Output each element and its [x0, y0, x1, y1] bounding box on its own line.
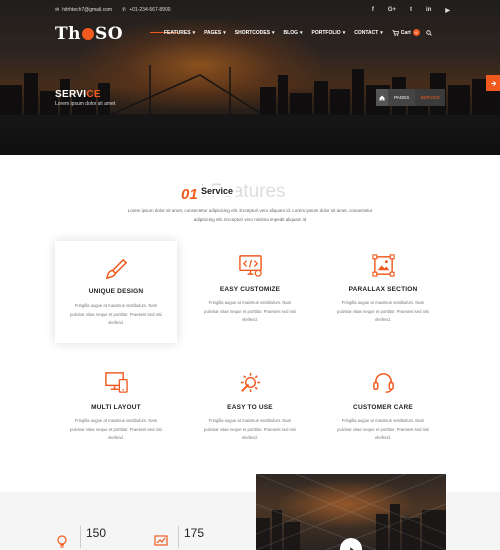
feature-title: EASY TO USE	[227, 404, 273, 411]
feature-card-easy-to-use[interactable]: EASY TO USE Fringilla augue at maximus v…	[189, 358, 311, 460]
side-tab-button[interactable]	[486, 75, 500, 91]
feature-text: Fringilla augue at maximus vestibulum. N…	[70, 303, 162, 325]
twitter-icon[interactable]: t	[410, 7, 412, 14]
nav-item-features[interactable]: FEATURES ▾	[164, 29, 204, 36]
feature-card-easy-customize[interactable]: EASY CUSTOMIZE Fringilla augue at maximu…	[189, 241, 311, 343]
search-button[interactable]	[420, 29, 441, 36]
nav-item-shortcodes[interactable]: SHORTCODES ▾	[235, 29, 284, 36]
phone-icon: ✆	[122, 7, 127, 13]
page-subtitle: Lorem ipsum dolor sit amet	[55, 101, 116, 107]
stat-value: 150	[86, 526, 107, 540]
section-header: t Features 01 Service	[0, 180, 500, 206]
feature-card-multi-layout[interactable]: MULTI LAYOUT Fringilla augue at maximus …	[55, 358, 177, 460]
feature-text: Fringilla augue at maximus vestibulum. N…	[204, 418, 296, 440]
stat-item: 175	[173, 526, 204, 548]
play-icon	[349, 546, 354, 550]
page-title: SERVICE	[55, 89, 101, 100]
cart-icon	[392, 29, 399, 36]
cart-button[interactable]: Cart 0	[392, 29, 420, 36]
feature-text: Fringilla augue at maximus vestibulum. N…	[70, 418, 162, 440]
site-logo[interactable]: Th SO	[55, 24, 123, 44]
youtube-icon[interactable]: ▶	[445, 7, 450, 14]
chevron-down-icon: ▾	[380, 29, 383, 36]
email-contact[interactable]: ✉ hitrhtech7@gmail.com	[55, 7, 112, 13]
social-links: f G+ t in ▶	[372, 7, 450, 14]
tools-icon	[240, 372, 261, 393]
google-plus-icon[interactable]: G+	[388, 7, 396, 14]
section-description: Lorem ipsum dolor sit amet, consectetur …	[127, 208, 373, 222]
nav-item-portfolio[interactable]: PORTFOLIO ▾	[312, 29, 355, 36]
section-title: Service	[198, 186, 237, 196]
feature-card-unique-design[interactable]: UNIQUE DESIGN Fringilla augue at maximus…	[55, 241, 177, 343]
feature-text: Fringilla augue at maximus vestibulum. N…	[204, 300, 296, 322]
chevron-down-icon: ▾	[192, 29, 196, 36]
feature-title: UNIQUE DESIGN	[88, 288, 144, 295]
feature-title: CUSTOMER CARE	[353, 404, 413, 411]
feature-title: MULTI LAYOUT	[91, 404, 141, 411]
phone-contact[interactable]: ✆ +01-234-567-8900	[122, 7, 171, 13]
facebook-icon[interactable]: f	[372, 7, 374, 14]
nav-item-pages[interactable]: PAGES ▾	[204, 29, 235, 36]
video-thumbnail[interactable]	[256, 474, 446, 550]
email-text: hitrhtech7@gmail.com	[62, 7, 113, 13]
paint-brush-icon	[105, 258, 128, 280]
headset-icon	[373, 373, 394, 393]
lightbulb-icon	[57, 535, 67, 548]
chevron-down-icon: ▾	[342, 29, 346, 36]
feature-card-parallax-section[interactable]: PARALLAX SECTION Fringilla augue at maxi…	[322, 241, 444, 343]
chevron-down-icon: ▾	[223, 29, 226, 36]
main-nav: FEATURES ▾ PAGES ▾ SHORTCODES ▾ BLOG ▾ PORTF…	[164, 29, 441, 36]
stat-item: 150	[75, 526, 106, 548]
feature-text: Fringilla augue at maximus vestibulum. N…	[337, 418, 429, 440]
breadcrumb-current: SERVICE	[415, 89, 445, 106]
chevron-down-icon: ▾	[300, 29, 303, 36]
feature-text: Fringilla augue at maximus vestibulum. N…	[337, 300, 429, 322]
phone-text: +01-234-567-8900	[129, 7, 171, 13]
hero-banner: ✉ hitrhtech7@gmail.com ✆ +01-234-567-890…	[0, 0, 500, 155]
feature-title: EASY CUSTOMIZE	[219, 286, 281, 293]
linkedin-icon[interactable]: in	[426, 7, 431, 14]
breadcrumb-home[interactable]	[376, 89, 389, 106]
chevron-down-icon: ▾	[272, 29, 275, 36]
feature-card-customer-care[interactable]: CUSTOMER CARE Fringilla augue at maximus…	[322, 358, 444, 460]
chart-board-icon	[154, 535, 168, 546]
section-number: 01	[181, 186, 198, 203]
home-icon	[379, 95, 385, 100]
stat-value: 175	[184, 526, 205, 540]
cart-count-badge: 0	[412, 29, 420, 36]
nav-item-blog[interactable]: BLOG ▾	[284, 29, 312, 36]
top-bar: ✉ hitrhtech7@gmail.com ✆ +01-234-567-890…	[55, 4, 450, 16]
nav-item-contact[interactable]: CONTACT ▾	[354, 29, 392, 36]
feature-title: PARALLAX SECTION	[348, 286, 418, 293]
breadcrumb-pages[interactable]: PAGES	[388, 89, 416, 106]
envelope-icon: ✉	[55, 7, 60, 13]
code-monitor-icon	[239, 255, 262, 277]
devices-icon	[105, 372, 128, 393]
image-frame-icon	[372, 254, 395, 277]
cart-label: Cart	[400, 29, 411, 36]
arrow-right-icon	[490, 80, 496, 86]
logo-ball-icon	[82, 28, 95, 40]
search-icon	[426, 29, 432, 36]
breadcrumb: PAGES SERVICE	[376, 89, 445, 106]
